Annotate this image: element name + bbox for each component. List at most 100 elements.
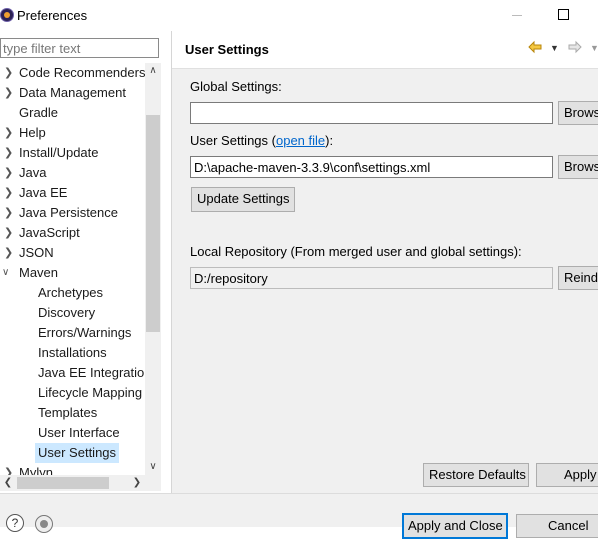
tree-vertical-scrollbar[interactable]: ∧ ∨ [145,63,161,475]
tree-item-label: Discovery [38,305,96,320]
tree-item-java[interactable]: ❯ Java [0,163,146,183]
tree-item-label: Code Recommenders [19,65,146,80]
scrollbar-corner [145,475,161,491]
tree-item-label: Gradle [19,105,59,120]
tree-item-label: Data Management [19,85,126,100]
tree-item-label: Lifecycle Mapping [38,385,143,400]
browse-user-button[interactable]: Browse... [558,155,598,179]
tree-item-help[interactable]: ❯ Help [0,123,146,143]
global-settings-field[interactable] [190,102,553,124]
browse-global-button[interactable]: Browse... [558,101,598,125]
tree-item-label: Java Persistence [19,205,118,220]
global-settings-input[interactable] [191,103,552,123]
tree-item-label: Java [19,165,47,180]
tree-item-label: Maven [19,265,59,280]
page-title: User Settings [185,42,269,57]
window-title: Preferences [17,8,88,23]
reindex-button[interactable]: Reindex [558,266,598,290]
scroll-left-icon[interactable]: ❮ [0,475,16,491]
dialog-button-bar: ? Apply and Close Cancel [0,493,598,539]
tree-item-maven[interactable]: ∨ Maven [0,263,146,283]
filter-field[interactable] [0,38,159,58]
scroll-right-icon[interactable]: ❯ [129,475,145,491]
tree-item-install-update[interactable]: ❯ Install/Update [0,143,146,163]
tree-item-label: Errors/Warnings [38,325,132,340]
local-repository-input [191,268,552,288]
tree-item-label: Java EE Integration [38,365,146,380]
apply-and-close-button[interactable]: Apply and Close [402,513,508,539]
collapsed-arrow-icon[interactable]: ❯ [4,63,14,83]
user-settings-label-text: User Settings ( [190,133,276,148]
eclipse-app-icon [0,8,14,22]
local-repository-label: Local Repository (From merged user and g… [190,244,522,259]
collapsed-arrow-icon[interactable]: ❯ [4,123,14,143]
tree-item-label: Mylyn [19,465,53,475]
scroll-down-icon[interactable]: ∨ [145,459,161,475]
cancel-button[interactable]: Cancel [516,514,598,538]
collapsed-arrow-icon[interactable]: ❯ [4,143,14,163]
preference-page: User Settings ▼ ▼ Global Settings: Brows… [172,31,598,493]
tree-item-templates[interactable]: Templates [0,403,146,423]
tree-item-user-settings[interactable]: User Settings [0,443,146,463]
tree-item-label: Java EE [19,185,68,200]
preference-tree-pane: ❯ Code Recommenders ❯ Data Management Gr… [0,31,171,493]
tree-item-archetypes[interactable]: Archetypes [0,283,146,303]
tree-item-mylyn[interactable]: ❯ Mylyn [0,463,146,475]
expanded-arrow-icon[interactable]: ∨ [2,263,9,283]
user-settings-label-end: ): [325,133,334,148]
tree-item-lifecycle-mapping[interactable]: Lifecycle Mapping [0,383,146,403]
tree-item-code-recommenders[interactable]: ❯ Code Recommenders [0,63,146,83]
tree-item-label: Archetypes [38,285,104,300]
forward-arrow-icon[interactable] [568,40,582,54]
user-settings-field[interactable] [190,156,553,178]
collapsed-arrow-icon[interactable]: ❯ [4,163,14,183]
back-arrow-icon[interactable] [528,40,542,54]
tree-item-label: User Interface [38,425,120,440]
open-file-link[interactable]: open file [276,133,325,148]
update-settings-button[interactable]: Update Settings [191,187,295,212]
preference-tree: ❯ Code Recommenders ❯ Data Management Gr… [0,63,146,475]
tree-item-label: Templates [38,405,98,420]
tree-item-label: Install/Update [19,145,99,160]
tree-item-gradle[interactable]: Gradle [0,103,146,123]
help-icon[interactable]: ? [6,514,24,532]
forward-history-dropdown-icon[interactable]: ▼ [590,43,598,53]
scrollbar-thumb[interactable] [17,477,109,489]
tree-horizontal-scrollbar[interactable]: ❮ ❯ [0,475,145,491]
back-history-dropdown-icon[interactable]: ▼ [550,43,559,53]
tree-item-java-ee[interactable]: ❯ Java EE [0,183,146,203]
collapsed-arrow-icon[interactable]: ❯ [4,183,14,203]
global-settings-label: Global Settings: [190,79,282,94]
minimize-button[interactable] [507,6,527,24]
tree-item-discovery[interactable]: Discovery [0,303,146,323]
collapsed-arrow-icon[interactable]: ❯ [4,223,14,243]
title-bar: Preferences [0,0,598,31]
tree-item-installations[interactable]: Installations [0,343,146,363]
filter-input[interactable] [1,40,153,56]
tree-item-label: JSON [19,245,54,260]
tree-item-javascript[interactable]: ❯ JavaScript [0,223,146,243]
tree-item-label: JavaScript [19,225,80,240]
tree-item-java-ee-integration[interactable]: Java EE Integration [0,363,146,383]
collapsed-arrow-icon[interactable]: ❯ [4,83,14,103]
user-settings-label: User Settings (open file): [190,133,333,148]
tree-item-label: User Settings [35,443,120,463]
collapsed-arrow-icon[interactable]: ❯ [4,243,14,263]
user-settings-input[interactable] [191,157,552,177]
apply-button[interactable]: Apply [536,463,598,487]
tree-item-errors-warnings[interactable]: Errors/Warnings [0,323,146,343]
maximize-button[interactable] [553,6,573,24]
tree-item-java-persistence[interactable]: ❯ Java Persistence [0,203,146,223]
page-header: User Settings ▼ ▼ [172,31,598,69]
record-preferences-icon[interactable] [35,515,53,533]
scrollbar-thumb[interactable] [146,115,160,332]
tree-item-label: Help [19,125,46,140]
tree-item-json[interactable]: ❯ JSON [0,243,146,263]
collapsed-arrow-icon[interactable]: ❯ [4,463,14,475]
scroll-up-icon[interactable]: ∧ [145,63,161,79]
local-repository-field [190,267,553,289]
tree-item-data-management[interactable]: ❯ Data Management [0,83,146,103]
collapsed-arrow-icon[interactable]: ❯ [4,203,14,223]
tree-item-user-interface[interactable]: User Interface [0,423,146,443]
restore-defaults-button[interactable]: Restore Defaults [423,463,529,487]
